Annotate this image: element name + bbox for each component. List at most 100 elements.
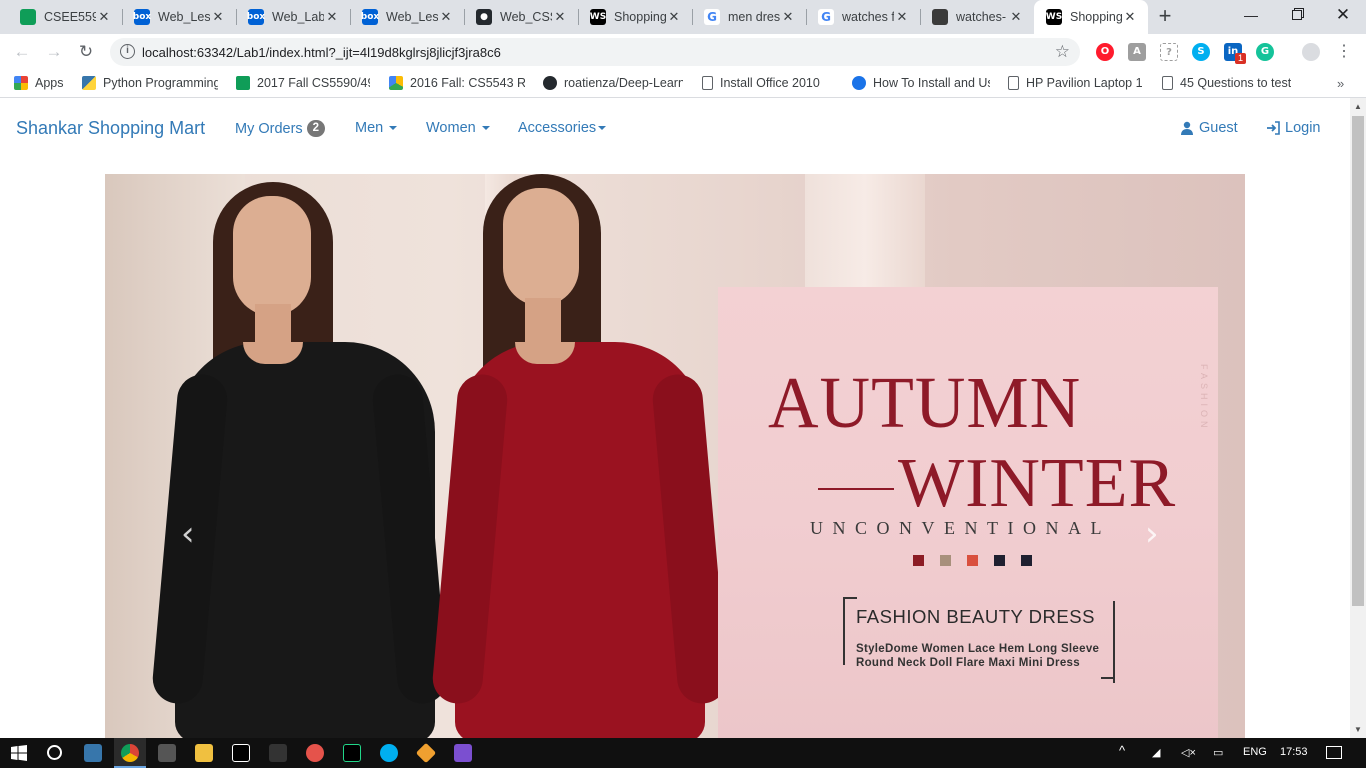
tab-separator — [920, 9, 921, 25]
bookmark-item[interactable]: HP Pavilion Laptop 15 — [1008, 76, 1142, 90]
scrollbar-thumb[interactable] — [1352, 116, 1364, 606]
address-bar[interactable]: i localhost:63342/Lab1/index.html?_ijt=4… — [110, 38, 1080, 66]
nav-accessories-label: Accessories — [518, 120, 597, 136]
close-tab-icon[interactable]: ✕ — [438, 9, 454, 25]
nav-accessories-dropdown[interactable]: Accessories — [518, 120, 607, 136]
python-taskbar-icon[interactable] — [84, 744, 102, 762]
bookmark-item[interactable]: 2017 Fall CS5590/490 — [236, 76, 370, 90]
restore-button[interactable] — [1274, 0, 1320, 30]
browser-tab[interactable]: box Web_Less✕ — [350, 0, 464, 34]
address-url[interactable]: localhost:63342/Lab1/index.html?_ijt=4l1… — [142, 45, 501, 60]
new-tab-button[interactable]: + — [1154, 5, 1176, 28]
bookmark-item[interactable]: Python Programming — [82, 76, 218, 90]
app-taskbar-icon[interactable] — [415, 742, 437, 764]
profile-avatar-icon[interactable] — [1302, 43, 1320, 61]
carousel-next-icon[interactable]: › — [1145, 514, 1159, 554]
bookmark-label: Python Programming — [103, 76, 218, 90]
scroll-up-icon[interactable]: ▲ — [1354, 102, 1362, 111]
tab-separator — [350, 9, 351, 25]
nav-women-dropdown[interactable]: Women — [426, 120, 490, 136]
browser-toolbar: ← → ↻ i localhost:63342/Lab1/index.html?… — [0, 34, 1366, 70]
tab-title: Shopping — [614, 10, 666, 24]
close-tab-icon[interactable]: ✕ — [96, 9, 112, 25]
language-indicator[interactable]: ENG — [1243, 746, 1267, 758]
clock[interactable]: 17:53 — [1280, 746, 1308, 758]
file-explorer-taskbar-icon[interactable] — [195, 744, 213, 762]
bookmark-item[interactable]: How To Install and Us — [852, 76, 990, 90]
nav-guest-label: Guest — [1199, 120, 1238, 136]
bookmark-item[interactable]: roatienza/Deep-Learn — [543, 76, 683, 90]
chrome-taskbar-icon[interactable] — [121, 744, 139, 762]
app-taskbar-icon[interactable] — [306, 744, 324, 762]
headline-winter: WINTER — [898, 445, 1177, 522]
close-tab-icon[interactable]: ✕ — [552, 9, 568, 25]
opera-extension-icon[interactable]: O — [1096, 43, 1114, 61]
windows-start-icon[interactable] — [11, 745, 27, 761]
skype-extension-icon[interactable]: S — [1192, 43, 1210, 61]
nav-men-dropdown[interactable]: Men — [355, 120, 398, 136]
browser-tab[interactable]: box Web_Less✕ — [122, 0, 236, 34]
close-tab-icon[interactable]: ✕ — [324, 9, 340, 25]
webstorm-icon: WS — [590, 9, 606, 25]
nav-guest[interactable]: Guest — [1180, 120, 1238, 136]
app-taskbar-icon[interactable] — [454, 744, 472, 762]
browser-tab[interactable]: box Web_Lab ✕ — [236, 0, 350, 34]
bookmark-label: 2016 Fall: CS5543 Re — [410, 76, 525, 90]
notifications-icon[interactable] — [1326, 746, 1342, 759]
browser-tab[interactable]: WS Shopping ✕ — [578, 0, 692, 34]
avatar-icon — [932, 9, 948, 25]
refresh-site-icon — [852, 76, 866, 90]
minimize-button[interactable]: — — [1228, 0, 1274, 30]
volume-icon[interactable]: ◁× — [1181, 746, 1196, 759]
browser-tab[interactable]: CSEE5590✕ — [8, 0, 122, 34]
site-brand[interactable]: Shankar Shopping Mart — [16, 118, 205, 139]
close-tab-icon[interactable]: ✕ — [210, 9, 226, 25]
github-icon — [543, 76, 557, 90]
extension-icon[interactable]: A — [1128, 43, 1146, 61]
browser-tab[interactable]: ● Web_CSS✕ — [464, 0, 578, 34]
forward-button[interactable]: → — [44, 42, 64, 62]
browser-tab[interactable]: Gmen dres ✕ — [692, 0, 806, 34]
skype-taskbar-icon[interactable] — [380, 744, 398, 762]
bookmark-star-icon[interactable]: ☆ — [1055, 42, 1070, 62]
page-scrollbar[interactable]: ▲ ▼ — [1350, 98, 1366, 738]
bookmark-item[interactable]: Apps — [14, 76, 64, 90]
close-tab-icon[interactable]: ✕ — [894, 9, 910, 25]
bookmarks-overflow-icon[interactable]: » — [1337, 76, 1344, 91]
browser-tab[interactable]: WS Shopping ✕ — [1034, 0, 1148, 34]
scroll-down-icon[interactable]: ▼ — [1354, 725, 1362, 734]
nav-login[interactable]: Login — [1266, 120, 1320, 136]
cortana-search-icon[interactable] — [47, 745, 62, 760]
close-tab-icon[interactable]: ✕ — [666, 9, 682, 25]
carousel-prev-icon[interactable]: ‹ — [181, 514, 195, 554]
close-tab-icon[interactable]: ✕ — [1122, 9, 1138, 25]
nav-my-orders[interactable]: My Orders 2 — [235, 120, 326, 137]
reload-button[interactable]: ↻ — [76, 42, 96, 62]
battery-icon[interactable]: ▭ — [1213, 746, 1223, 759]
menu-dots-icon[interactable]: ⋮ — [1336, 42, 1352, 62]
close-tab-icon[interactable]: ✕ — [1008, 9, 1024, 25]
bookmark-item[interactable]: 2016 Fall: CS5543 Re — [389, 76, 525, 90]
site-info-icon[interactable]: i — [120, 44, 135, 59]
intellij-taskbar-icon[interactable] — [232, 744, 250, 762]
bookmark-label: How To Install and Us — [873, 76, 990, 90]
app-taskbar-icon[interactable] — [158, 744, 176, 762]
wifi-icon[interactable]: ◢ — [1152, 746, 1160, 759]
google-drive-icon — [389, 76, 403, 90]
webstorm-taskbar-icon[interactable] — [343, 744, 361, 762]
show-hidden-icons-icon[interactable]: ^ — [1119, 743, 1125, 758]
grammarly-extension-icon[interactable]: G — [1256, 43, 1274, 61]
back-button[interactable]: ← — [12, 42, 32, 62]
close-window-button[interactable]: ✕ — [1320, 0, 1366, 30]
close-tab-icon[interactable]: ✕ — [780, 9, 796, 25]
caret-down-icon — [481, 126, 490, 130]
browser-tab[interactable]: Gwatches f ✕ — [806, 0, 920, 34]
bookmark-item[interactable]: Install Office 2010 on — [702, 76, 820, 90]
hero-carousel[interactable]: FASHION AUTUMN WINTER UNCONVENTIONAL FAS… — [105, 174, 1245, 738]
browser-tab[interactable]: watches- ✕ — [920, 0, 1034, 34]
extension-icon[interactable]: ? — [1160, 43, 1178, 61]
tab-separator — [806, 9, 807, 25]
app-taskbar-icon[interactable] — [269, 744, 287, 762]
promo-box-title: FASHION BEAUTY DRESS — [856, 606, 1095, 627]
bookmark-item[interactable]: 45 Questions to test — [1162, 76, 1291, 90]
